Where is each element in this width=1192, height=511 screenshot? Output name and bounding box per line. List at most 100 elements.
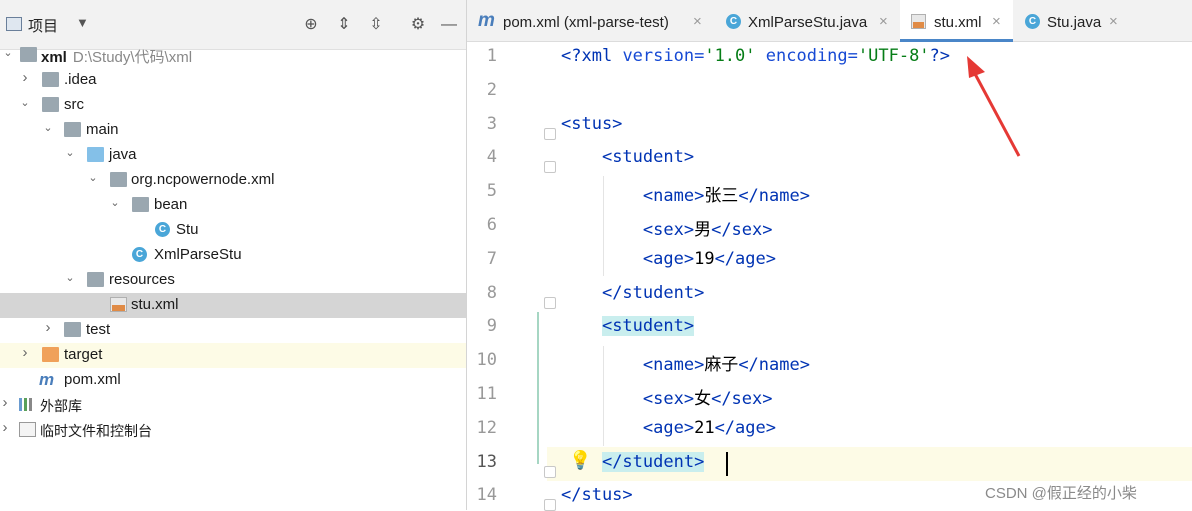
line-number: 11 [476,384,497,404]
library-icon [19,397,36,412]
package-icon [110,172,127,187]
code-line[interactable]: </stus> [561,485,633,505]
line-number: 10 [476,350,497,371]
module-folder-icon [20,47,37,62]
class-icon: C [155,222,170,237]
runnable-class-icon: C [726,14,741,29]
tree-item-idea[interactable]: › .idea [0,68,466,93]
chevron-right-icon[interactable]: › [18,345,32,360]
tree-item-external-libraries[interactable]: › 外部库 [0,393,466,418]
chevron-right-icon[interactable]: › [0,395,12,410]
fold-marker-icon[interactable] [544,465,556,478]
tree-item-stu-xml[interactable]: stu.xml [0,293,466,318]
code-line[interactable]: <sex>女</sex> [561,384,773,409]
tree-item-main[interactable]: ⌄ main [0,118,466,143]
tree-item-label: Stu [176,221,199,238]
tree-item-label: target [64,346,103,363]
lightbulb-icon[interactable]: 💡 [569,450,591,471]
expand-all-icon[interactable]: ⇕ [333,14,355,36]
tree-item-label: 临时文件和控制台 [40,423,152,439]
line-number: 2 [486,79,497,100]
editor-tab-bar: m pom.xml (xml-parse-test) × C XmlParseS… [467,0,1192,42]
code-editor[interactable]: 1 2 3 4 5 6 7 8 9 10 11 12 13 14 <?xml version='1.0' … [467,42,1192,511]
code-line[interactable]: <name>张三</name> [561,181,810,206]
source-folder-icon [87,147,104,162]
excluded-folder-icon [42,347,59,362]
tab-stu-java[interactable]: C Stu.java × [1016,0,1126,42]
tree-item-stu[interactable]: C Stu [0,218,466,243]
code-line[interactable]: <student> [561,316,695,337]
chevron-right-icon[interactable]: › [0,420,12,435]
collapse-all-icon[interactable]: ⇳ [365,14,387,36]
chevron-down-icon[interactable]: ⌄ [41,121,55,135]
tree-item-target[interactable]: › target [0,343,466,368]
tree-item-bean[interactable]: ⌄ bean [0,193,466,218]
project-title[interactable]: 项目 [28,15,58,36]
code-line[interactable]: <age>21</age> [561,418,776,438]
chevron-down-icon[interactable]: ⌄ [86,171,100,185]
tree-item-resources[interactable]: ⌄ resources [0,268,466,293]
chevron-down-icon[interactable]: ▼ [76,15,89,30]
tree-item-label: .idea [64,71,97,88]
code-line[interactable]: <student> [561,147,694,167]
tree-item-java[interactable]: ⌄ java [0,143,466,168]
project-panel: 项目 ▼ ⊕ ⇕ ⇳ ⚙ — ⌄ xml D:\Study\代码\xml › .i… [0,0,466,510]
chevron-down-icon[interactable]: ⌄ [1,46,15,60]
line-number: 6 [486,215,497,235]
code-line[interactable]: <sex>男</sex> [561,215,773,240]
package-icon [132,197,149,212]
minimize-icon[interactable]: — [438,14,460,36]
tree-item-label: org.ncpowernode.xml [131,171,275,188]
fold-marker-icon[interactable] [544,499,556,511]
tab-pom-xml[interactable]: m pom.xml (xml-parse-test) × [467,0,712,42]
gear-icon[interactable]: ⚙ [407,14,429,36]
line-number: 7 [486,248,497,269]
chevron-right-icon[interactable]: › [18,70,32,85]
chevron-down-icon[interactable]: ⌄ [18,96,32,110]
tree-item-test[interactable]: › test [0,318,466,343]
tree-item-src[interactable]: ⌄ src [0,93,466,118]
tab-xmlparsestu-java[interactable]: C XmlParseStu.java × [715,0,897,42]
folder-icon [42,72,59,87]
fold-marker-icon[interactable] [544,161,556,174]
line-number: 12 [476,417,497,438]
tree-item-label: java [109,146,137,163]
runnable-class-icon: C [132,247,147,262]
tree-item-package[interactable]: ⌄ org.ncpowernode.xml [0,168,466,193]
locate-icon[interactable]: ⊕ [300,14,322,36]
tab-label: Stu.java [1047,14,1102,31]
tab-stu-xml[interactable]: stu.xml × [900,0,1013,42]
tree-item-xml[interactable]: ⌄ xml D:\Study\代码\xml [0,43,466,68]
maven-icon: m [39,370,55,389]
folder-icon [64,122,81,137]
chevron-right-icon[interactable]: › [41,320,55,335]
chevron-down-icon[interactable]: ⌄ [108,196,122,210]
close-icon[interactable]: × [1109,13,1118,30]
close-icon[interactable]: × [992,13,1001,30]
folder-icon [64,322,81,337]
folder-icon [42,97,59,112]
close-icon[interactable]: × [693,13,702,30]
tree-item-label: stu.xml [131,296,179,313]
tree-item-label: pom.xml [64,371,121,388]
code-line[interactable]: <age>19</age> [561,249,776,269]
tree-item-label: resources [109,271,175,288]
fold-marker-icon[interactable] [544,127,556,140]
chevron-down-icon[interactable]: ⌄ [63,271,77,285]
project-path: D:\Study\代码\xml [72,49,193,66]
code-line[interactable]: <name>麻子</name> [561,350,810,375]
tree-item-pom[interactable]: m pom.xml [0,368,466,393]
chevron-down-icon[interactable]: ⌄ [63,146,77,160]
line-number: 3 [486,113,497,134]
line-number: 1 [486,46,497,66]
tree-item-scratches[interactable]: › 临时文件和控制台 [0,418,466,443]
code-line[interactable]: <stus> [561,114,622,134]
code-line[interactable]: <?xml version='1.0' encoding='UTF-8'?> [561,46,950,66]
fold-marker-icon[interactable] [544,296,556,309]
tab-label: XmlParseStu.java [748,14,868,31]
tree-item-label: src [64,96,84,113]
code-line[interactable]: </student> [561,283,704,303]
tree-item-xmlparsestu[interactable]: C XmlParseStu [0,243,466,268]
tree-item-label: XmlParseStu [154,246,242,263]
close-icon[interactable]: × [879,13,888,30]
